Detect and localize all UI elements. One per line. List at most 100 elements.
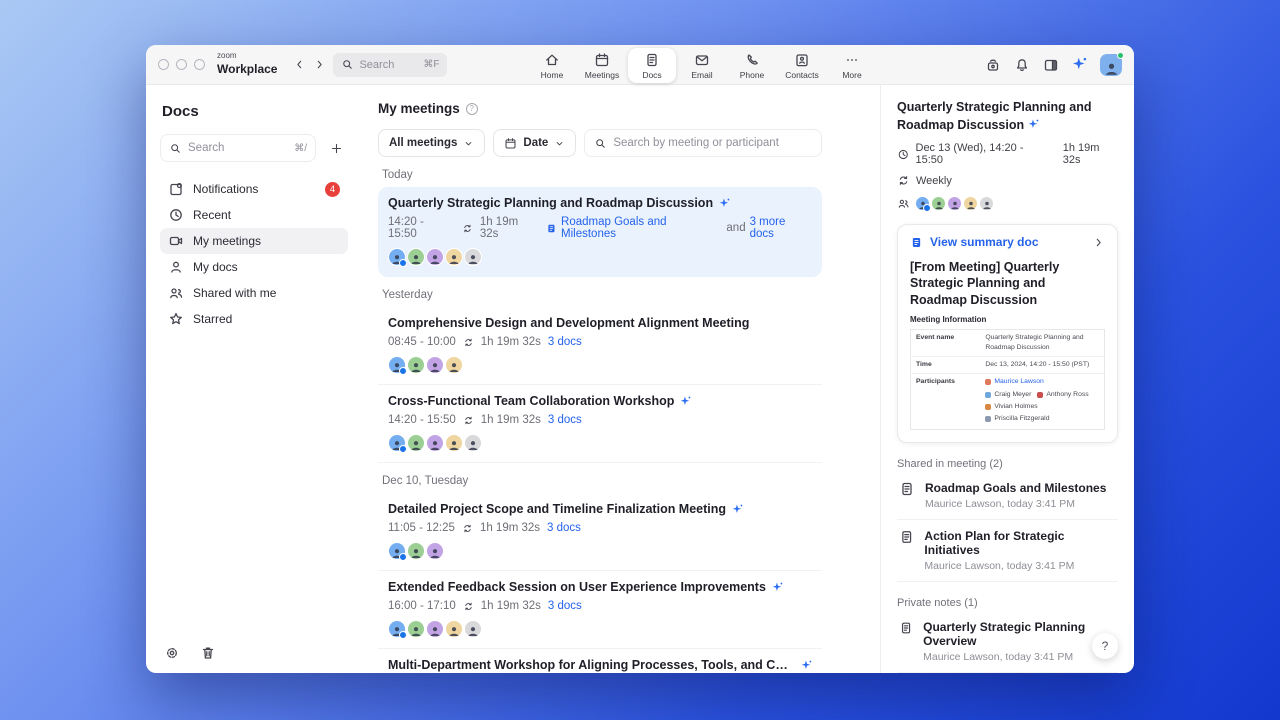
more-icon (844, 52, 860, 68)
tab-home[interactable]: Home (528, 48, 576, 83)
chevron-left-icon (293, 58, 306, 71)
gear-icon[interactable] (164, 645, 180, 661)
summary-doc-card[interactable]: View summary doc [From Meeting] Quarterl… (897, 224, 1118, 444)
trash-icon[interactable] (200, 645, 216, 661)
sidebar-item-label: My docs (193, 260, 238, 274)
tab-phone[interactable]: Phone (728, 48, 776, 83)
search-shortcut: ⌘/ (294, 142, 307, 154)
docs-count-link[interactable]: 3 docs (547, 522, 581, 534)
ai-sparkle-icon (732, 504, 743, 515)
avatar (464, 620, 482, 638)
tab-label: More (842, 69, 862, 80)
doc-icon (910, 236, 923, 249)
notification-badge: 4 (325, 181, 340, 197)
row-label: Time (910, 356, 981, 374)
sidebar-item-my-docs[interactable]: My docs (160, 254, 348, 280)
tab-label: Contacts (785, 69, 819, 80)
more-docs-link[interactable]: 3 more docs (750, 216, 812, 240)
recurring-icon (462, 223, 473, 234)
window-minimize-button[interactable] (176, 59, 187, 70)
filter-label: Date (523, 137, 549, 149)
side-panel-icon[interactable] (1043, 57, 1059, 73)
doc-title: Quarterly Strategic Planning Overview (923, 620, 1086, 649)
sidebar-item-shared-with-me[interactable]: Shared with me (160, 280, 348, 306)
sidebar-item-my-meetings[interactable]: My meetings (160, 228, 348, 254)
docs-count-link[interactable]: 3 docs (548, 336, 582, 348)
forward-button[interactable] (309, 54, 329, 76)
avatar (445, 620, 463, 638)
tab-docs[interactable]: Docs (628, 48, 676, 83)
meeting-search-input[interactable] (613, 137, 812, 149)
docs-count-link[interactable]: 3 docs (548, 600, 582, 612)
avatar (388, 542, 407, 561)
sidebar-item-starred[interactable]: Starred (160, 306, 348, 332)
meeting-search[interactable] (584, 129, 822, 157)
meeting-detail-panel: Quarterly Strategic Planning and Roadmap… (880, 85, 1134, 673)
phone-icon (744, 52, 760, 68)
private-doc-item[interactable]: Quarterly Strategic Planning Overview Ma… (897, 611, 1118, 673)
window-controls[interactable] (158, 59, 205, 70)
person-icon (429, 253, 441, 265)
help-button[interactable]: ? (1092, 633, 1118, 659)
doc-icon (899, 529, 914, 545)
person-icon (448, 361, 460, 373)
top-bar: zoom Workplace ⌘F Home Meetings Docs Ema… (146, 45, 1134, 85)
window-zoom-button[interactable] (194, 59, 205, 70)
participant-avatars (388, 620, 812, 639)
avatar (426, 620, 444, 638)
meetings-list-panel: My meetings ? All meetings Date Tod (362, 85, 880, 673)
tab-more[interactable]: More (828, 48, 876, 83)
meeting-row[interactable]: Extended Feedback Session on User Experi… (378, 571, 822, 649)
detail-duration: 1h 19m 32s (1062, 142, 1100, 166)
recurring-icon (463, 601, 474, 612)
date-filter[interactable]: Date (493, 129, 577, 157)
bell-icon[interactable] (1014, 57, 1030, 73)
global-search[interactable]: ⌘F (333, 52, 448, 77)
avatar (445, 356, 463, 374)
all-meetings-filter[interactable]: All meetings (378, 129, 486, 157)
shared-doc-item[interactable]: Action Plan for Strategic Initiatives Ma… (897, 520, 1118, 583)
help-icon[interactable]: ? (465, 102, 478, 115)
email-icon (694, 52, 710, 68)
meeting-title: Cross-Functional Team Collaboration Work… (388, 394, 675, 408)
new-doc-button[interactable] (324, 136, 348, 160)
sidebar-search[interactable]: ⌘/ (160, 134, 316, 162)
meeting-row[interactable]: Multi-Department Workshop for Aligning P… (378, 649, 822, 673)
view-summary-doc-link[interactable]: View summary doc (910, 235, 1105, 249)
meeting-row[interactable]: Comprehensive Design and Development Ali… (378, 307, 822, 385)
shared-doc-item[interactable]: Roadmap Goals and Milestones Maurice Law… (897, 472, 1118, 521)
host-badge (399, 631, 407, 639)
section-title: My meetings (378, 101, 460, 116)
table-row: Event name Quarterly Strategic Planning … (911, 329, 1105, 356)
avatar[interactable] (1100, 51, 1124, 76)
person-icon (966, 200, 976, 210)
device-icon[interactable] (985, 57, 1001, 73)
back-button[interactable] (289, 54, 309, 76)
person-icon (934, 200, 944, 210)
person-icon (448, 625, 460, 637)
sidebar-search-input[interactable] (188, 142, 246, 154)
avatar (426, 356, 444, 374)
docs-count-link[interactable]: 3 docs (548, 414, 582, 426)
meeting-row-selected[interactable]: Quarterly Strategic Planning and Roadmap… (378, 187, 822, 277)
window-close-button[interactable] (158, 59, 169, 70)
meeting-duration: 1h 19m 32s (480, 414, 541, 426)
doc-link[interactable]: Roadmap Goals and Milestones (561, 216, 722, 240)
person-icon (1104, 61, 1119, 76)
meeting-duration: 1h 19m 32s (480, 600, 541, 612)
star-icon (168, 311, 184, 327)
tab-contacts[interactable]: Contacts (778, 48, 826, 83)
meeting-info-table: Event name Quarterly Strategic Planning … (910, 328, 1105, 431)
person-icon (410, 547, 422, 559)
participant-chip: Craig Meyer (985, 390, 1031, 400)
meeting-row[interactable]: Cross-Functional Team Collaboration Work… (378, 385, 822, 463)
person-icon (410, 253, 422, 265)
meeting-row[interactable]: Detailed Project Scope and Timeline Fina… (378, 493, 822, 571)
sidebar-item-notifications[interactable]: Notifications 4 (160, 176, 348, 202)
ai-companion-icon[interactable] (1072, 57, 1087, 72)
avatar (407, 542, 425, 560)
tab-meetings[interactable]: Meetings (578, 48, 626, 83)
global-search-input[interactable] (359, 58, 410, 71)
sidebar-item-recent[interactable]: Recent (160, 202, 348, 228)
tab-email[interactable]: Email (678, 48, 726, 83)
